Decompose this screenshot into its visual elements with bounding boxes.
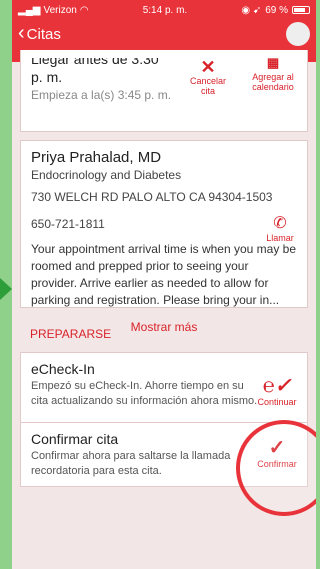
carrier-label: Verizon <box>43 4 77 16</box>
provider-address[interactable]: 730 WELCH RD PALO ALTO CA 94304-1503 <box>31 190 297 204</box>
wifi-icon: ◠ <box>79 4 89 16</box>
pointer-arrow-icon <box>0 278 12 300</box>
calendar-label: Agregar al calendario <box>252 72 294 92</box>
profile-avatar[interactable] <box>286 22 310 46</box>
provider-specialty: Endocrinology and Diabetes <box>31 168 182 182</box>
battery-label: 69 % <box>265 4 288 16</box>
status-time: 5:14 p. m. <box>142 4 188 16</box>
back-button[interactable]: ‹ Citas <box>18 22 61 44</box>
cancel-appointment-button[interactable]: ✕ Cancelar cita <box>183 58 233 96</box>
phone-icon: ✆ <box>273 215 287 232</box>
cancel-label: Cancelar cita <box>189 76 227 96</box>
call-button[interactable]: ✆ Llamar <box>263 213 297 243</box>
task-desc: Empezó su eCheck-In. Ahorre tiempo en su… <box>31 380 258 407</box>
close-icon: ✕ <box>200 57 216 77</box>
location-icon: ◉ ➹ <box>241 4 262 16</box>
status-bar: ▂▄▆ Verizon ◠ 5:14 p. m. ◉ ➹ 69 % <box>12 0 316 20</box>
add-to-calendar-button[interactable]: ▦ Agregar al calendario <box>243 54 303 92</box>
phone-screen: ▂▄▆ Verizon ◠ 5:14 p. m. ◉ ➹ 69 % ‹ Cita… <box>12 0 316 569</box>
call-label: Llamar <box>266 233 294 243</box>
battery-icon <box>292 6 310 14</box>
calendar-icon: ▦ <box>266 55 280 70</box>
arrival-card: Llegar antes de 3:30 p. m. Empieza a la(… <box>20 50 308 132</box>
continue-button[interactable]: ℮✓ Continuar <box>255 375 299 407</box>
chevron-left-icon: ‹ <box>18 22 25 44</box>
provider-name: Priya Prahalad, MD <box>31 149 162 166</box>
highlight-circle <box>236 420 316 516</box>
appointment-note: Your appointment arrival time is when yo… <box>31 242 297 307</box>
task-echeckin[interactable]: eCheck-In Empezó su eCheck-In. Ahorre ti… <box>21 353 307 423</box>
left-frame <box>0 0 12 569</box>
continue-label: Continuar <box>257 397 297 407</box>
show-more-link[interactable]: Mostrar más <box>31 320 297 334</box>
status-right: ◉ ➹ 69 % <box>241 5 310 16</box>
back-label: Citas <box>26 25 61 43</box>
task-desc: Confirmar ahora para saltarse la llamada… <box>31 450 231 477</box>
provider-phone[interactable]: 650-721-1811 <box>31 217 297 231</box>
nav-bar: ‹ Citas <box>12 20 316 48</box>
signal-icon: ▂▄▆ <box>18 4 41 16</box>
carrier: ▂▄▆ Verizon ◠ <box>18 5 89 16</box>
echeckin-icon: ℮✓ <box>262 375 292 397</box>
provider-card: Priya Prahalad, MD Endocrinology and Dia… <box>20 140 308 334</box>
